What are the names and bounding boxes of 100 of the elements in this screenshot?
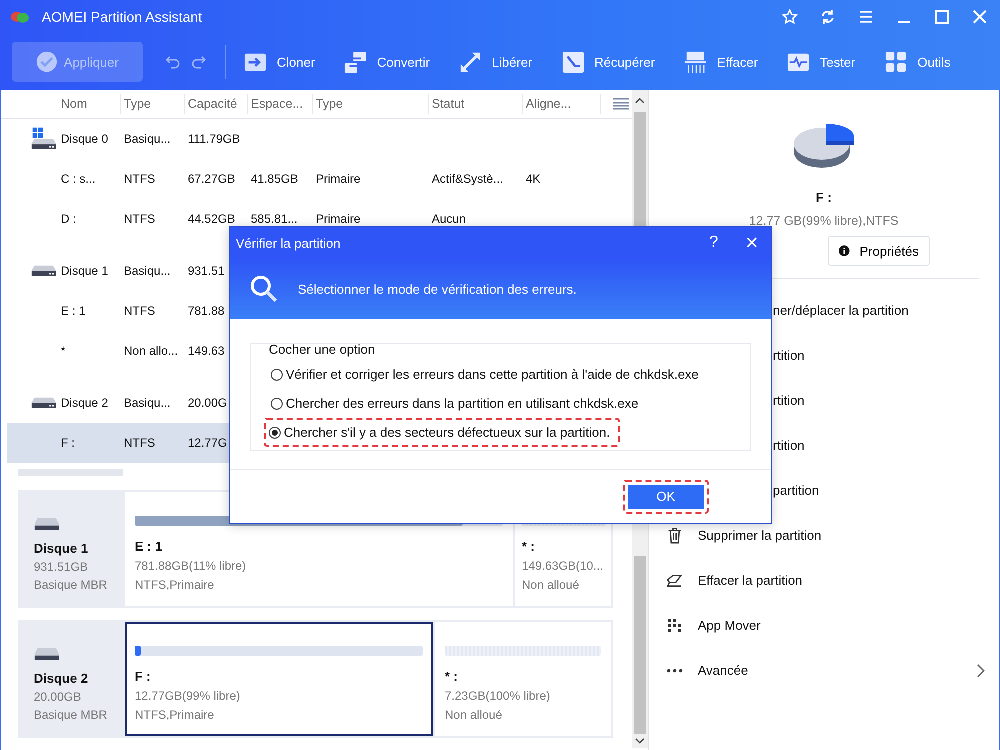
scrollbar-thumb[interactable]: [634, 556, 646, 734]
column-header[interactable]: Espace...: [248, 94, 313, 114]
close-icon[interactable]: [972, 9, 988, 25]
disk-icon: [34, 646, 60, 662]
tool-button[interactable]: Libérer: [459, 50, 533, 74]
table-cell-text: NTFS: [123, 212, 156, 226]
partition-label: F :: [135, 669, 152, 684]
scroll-up-icon[interactable]: [635, 98, 645, 104]
partition-label: E : 1: [135, 539, 164, 554]
column-header[interactable]: Capacité: [185, 94, 248, 114]
system-disk-icon: [31, 127, 57, 151]
dialog-title: Vérifier la partition: [236, 236, 341, 250]
help-button[interactable]: ?: [695, 227, 733, 259]
disk-type: Basique MBR: [34, 578, 108, 592]
partition-size: 12.77GB(99% libre): [135, 689, 242, 703]
table-cell-text: F :: [60, 436, 76, 450]
disk-type: Basique MBR: [34, 708, 108, 722]
table-cell-text: Non allo...: [123, 344, 180, 358]
table-cell-text: Actif&Systè...: [431, 172, 504, 186]
column-settings-icon[interactable]: [613, 98, 629, 110]
table-cell-text: Primaire: [315, 172, 362, 186]
table-cell-text: 12.77G: [187, 436, 228, 450]
disk-size: 931.51GB: [34, 560, 90, 574]
info-icon: [839, 243, 850, 259]
partition-label: * :: [445, 669, 459, 684]
expand-arrow-icon: [459, 50, 482, 74]
table-cell-text: 931.51: [187, 264, 226, 278]
table-cell-text: 4K: [525, 172, 542, 186]
operation-item[interactable]: Avancée: [698, 663, 748, 678]
operation-item[interactable]: partition: [773, 483, 820, 498]
close-button[interactable]: ×: [733, 227, 771, 259]
maximize-icon[interactable]: [934, 9, 950, 25]
column-header[interactable]: Nom: [58, 94, 121, 114]
tool-button[interactable]: Récupérer: [562, 50, 656, 74]
grid-dots-icon: [667, 618, 683, 634]
column-header[interactable]: Type: [313, 94, 429, 114]
disk-name: Disque 2: [34, 671, 90, 686]
operation-item[interactable]: rtition: [773, 393, 805, 408]
properties-button[interactable]: Propriétés: [828, 236, 930, 266]
table-cell-text: 149.63: [187, 344, 226, 358]
tool-button[interactable]: Tester: [787, 50, 856, 74]
partition-size: 781.88GB(11% libre): [135, 559, 248, 573]
app-logo-icon: [10, 9, 30, 25]
tool-button[interactable]: Effacer: [684, 50, 758, 74]
table-cell-text: *: [60, 344, 67, 358]
partition-info: Non alloué: [522, 578, 580, 592]
partition-label: * :: [522, 539, 536, 554]
redo-icon[interactable]: [191, 54, 207, 70]
table-cell-text: 20.00G: [187, 396, 228, 410]
refresh-icon[interactable]: [820, 9, 836, 25]
table-cell-text: 41.85GB: [250, 172, 300, 186]
column-header[interactable]: Aligne...: [523, 94, 601, 114]
radio-option[interactable]: Vérifier et corriger les erreurs dans cette partition à l'aide de chkdsk.exe: [266, 360, 709, 389]
search-icon: [250, 275, 278, 303]
tool-button[interactable]: Outils: [884, 50, 951, 74]
operation-item[interactable]: Supprimer la partition: [698, 528, 822, 543]
partition-name: F :: [816, 190, 832, 205]
partition-block[interactable]: * : 7.23GB(100% libre) Non alloué: [435, 622, 611, 736]
table-cell-text: 67.27GB: [187, 172, 236, 186]
operation-item[interactable]: rtition: [773, 438, 805, 453]
table-cell-text: NTFS: [123, 436, 156, 450]
scroll-down-icon[interactable]: [635, 738, 645, 744]
tool-button[interactable]: Convertir: [344, 50, 430, 74]
table-cell-text: C : s...: [60, 172, 97, 186]
star-icon[interactable]: [782, 9, 798, 25]
table-cell-text: Disque 2: [60, 396, 110, 410]
operation-item[interactable]: App Mover: [698, 618, 761, 633]
partition-size: 149.63GB(10...: [522, 559, 604, 573]
horizontal-scrollbar[interactable]: [18, 469, 123, 476]
menu-icon[interactable]: [858, 9, 874, 25]
disk-size: 20.00GB: [34, 690, 82, 704]
table-cell-text: NTFS: [123, 304, 156, 318]
partition-block[interactable]: F : 12.77GB(99% libre) NTFS,Primaire: [125, 622, 433, 736]
radio-option[interactable]: Chercher des erreurs dans la partition en utilisant chkdsk.exe: [266, 389, 649, 418]
table-cell-text: 585.81...: [250, 212, 299, 226]
radio-option[interactable]: Chercher s'il y a des secteurs défectueux sur la partition.: [264, 418, 620, 447]
undo-icon[interactable]: [165, 54, 181, 70]
table-cell-text: NTFS: [123, 172, 156, 186]
column-header[interactable]: Type: [121, 94, 185, 114]
table-cell-text: 111.79GB: [187, 132, 242, 146]
dialog-heading: Sélectionner le mode de vérification des erreurs.: [298, 282, 577, 296]
ok-button[interactable]: OK: [628, 484, 704, 508]
window-title: AOMEI Partition Assistant: [42, 9, 202, 25]
trash-icon: [667, 528, 683, 544]
column-header[interactable]: Statut: [429, 94, 523, 114]
operation-item[interactable]: rtition: [773, 348, 805, 363]
operation-item[interactable]: ner/déplacer la partition: [773, 303, 909, 318]
shredder-icon: [684, 50, 708, 74]
group-label: Cocher une option: [269, 341, 376, 359]
operation-item[interactable]: Effacer la partition: [698, 573, 803, 588]
table-cell-text: Primaire: [315, 212, 362, 226]
table-cell-text: Disque 0: [60, 132, 110, 146]
partition-info: Non alloué: [445, 708, 504, 722]
more-icon: [667, 668, 683, 672]
partition-info: NTFS,Primaire: [135, 578, 216, 592]
table-cell-text: Basiqu...: [123, 396, 172, 410]
disk-icon: [34, 516, 60, 532]
table-cell-text: Aucun: [431, 212, 468, 226]
tool-button[interactable]: Cloner: [244, 50, 316, 74]
eraser-icon: [667, 572, 683, 588]
